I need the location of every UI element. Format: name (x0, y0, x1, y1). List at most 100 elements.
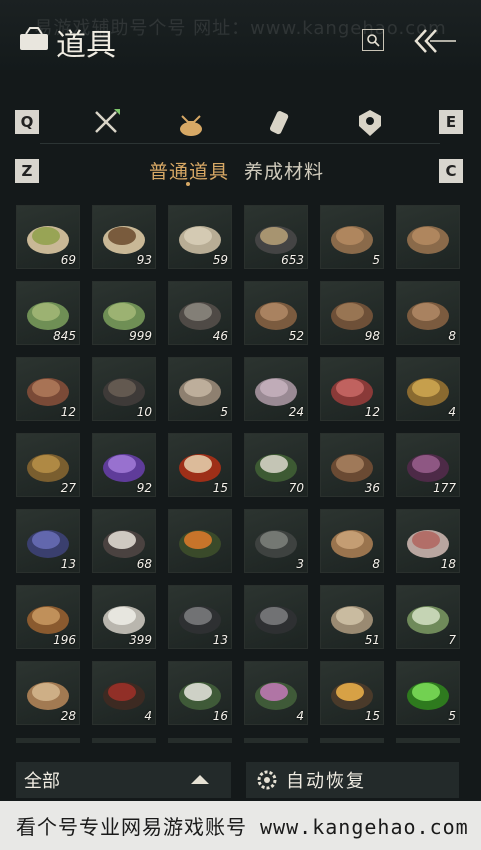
item-quantity: 27 (60, 481, 76, 495)
item-slot[interactable]: 36 (320, 433, 384, 497)
item-slot[interactable]: 196 (16, 585, 80, 649)
item-slot[interactable]: 18 (396, 509, 460, 573)
double-chevron-back-icon[interactable] (410, 26, 458, 56)
item-slot[interactable]: 16 (168, 661, 232, 725)
item-quantity: 13 (212, 633, 228, 647)
item-slot[interactable]: 4 (396, 357, 460, 421)
item-quantity: 18 (440, 557, 456, 571)
category-next-key[interactable]: E (439, 110, 463, 134)
item-slot[interactable]: 46 (168, 281, 232, 345)
category-prev-key[interactable]: Q (15, 110, 39, 134)
crossed-swords-icon[interactable] (92, 108, 122, 138)
orange-flower-icon (179, 530, 221, 558)
item-quantity: 4 (448, 405, 456, 419)
item-slot[interactable]: 28 (16, 661, 80, 725)
item-quantity: 28 (60, 709, 76, 723)
item-slot[interactable]: 15 (168, 433, 232, 497)
tab-common-items[interactable]: 普通道具 (149, 157, 229, 184)
item-quantity: 845 (53, 329, 76, 343)
item-quantity: 52 (288, 329, 304, 343)
item-slot[interactable]: 999 (92, 281, 156, 345)
item-quantity: 7 (448, 633, 456, 647)
item-quantity: 98 (364, 329, 380, 343)
item-slot[interactable]: 13 (16, 509, 80, 573)
item-slot[interactable]: 10 (92, 357, 156, 421)
item-slot[interactable]: 8 (320, 509, 384, 573)
item-slot[interactable]: 15 (320, 661, 384, 725)
item-quantity: 653 (281, 253, 304, 267)
item-slot[interactable]: 399 (92, 585, 156, 649)
item-quantity: 12 (364, 405, 380, 419)
log-bundle-icon (407, 226, 449, 254)
item-slot[interactable]: 5 (396, 661, 460, 725)
auto-restore-button[interactable]: 自动恢复 (246, 762, 459, 798)
gear-icon (257, 770, 277, 790)
item-slot[interactable]: 4 (92, 661, 156, 725)
item-slot[interactable]: 653 (244, 205, 308, 269)
filter-label: 全部 (24, 771, 60, 792)
item-quantity: 5 (448, 709, 456, 723)
item-slot[interactable]: 4 (244, 661, 308, 725)
item-slot[interactable]: 92 (92, 433, 156, 497)
item-slot[interactable]: 27 (16, 433, 80, 497)
item-slot[interactable]: 93 (92, 205, 156, 269)
bag-icon (20, 27, 48, 50)
scroll-icon[interactable] (265, 108, 295, 138)
item-quantity: 46 (212, 329, 228, 343)
item-quantity: 177 (433, 481, 456, 495)
item-slot[interactable]: 7 (396, 585, 460, 649)
item-slot[interactable]: 3 (244, 509, 308, 573)
tab-cultivation-materials[interactable]: 养成材料 (244, 157, 324, 184)
next-row-peek (16, 738, 466, 743)
divider (40, 143, 440, 144)
item-slot[interactable]: 52 (244, 281, 308, 345)
item-slot[interactable]: 69 (16, 205, 80, 269)
item-slot[interactable]: 68 (92, 509, 156, 573)
subtab-next-key[interactable]: C (439, 159, 463, 183)
item-slot[interactable]: 12 (16, 357, 80, 421)
item-slot[interactable] (244, 585, 308, 649)
item-quantity: 24 (288, 405, 304, 419)
item-quantity: 59 (212, 253, 228, 267)
item-quantity: 196 (53, 633, 76, 647)
item-quantity: 10 (136, 405, 152, 419)
item-quantity: 999 (129, 329, 152, 343)
item-quantity: 36 (364, 481, 380, 495)
item-slot[interactable]: 13 (168, 585, 232, 649)
item-slot[interactable]: 5 (320, 205, 384, 269)
item-slot[interactable] (396, 205, 460, 269)
item-slot[interactable]: 845 (16, 281, 80, 345)
dark-ore-icon (255, 606, 297, 634)
item-quantity: 69 (60, 253, 76, 267)
search-icon (367, 34, 380, 47)
pouch-icon[interactable] (176, 108, 206, 138)
item-slot[interactable]: 59 (168, 205, 232, 269)
item-slot[interactable]: 8 (396, 281, 460, 345)
filter-dropdown[interactable]: 全部 (16, 762, 231, 798)
item-slot[interactable] (168, 509, 232, 573)
item-quantity: 4 (144, 709, 152, 723)
item-slot[interactable]: 5 (168, 357, 232, 421)
item-quantity: 15 (212, 481, 228, 495)
search-button[interactable] (362, 29, 384, 51)
item-slot[interactable]: 70 (244, 433, 308, 497)
item-slot[interactable]: 51 (320, 585, 384, 649)
item-quantity: 12 (60, 405, 76, 419)
item-quantity: 4 (296, 709, 304, 723)
triangle-up-icon (191, 775, 209, 784)
item-quantity: 13 (60, 557, 76, 571)
item-quantity: 8 (372, 557, 380, 571)
item-slot[interactable]: 98 (320, 281, 384, 345)
item-slot[interactable]: 24 (244, 357, 308, 421)
footer-text: 看个号专业网易游戏账号 www.kangehao.com (16, 815, 469, 839)
badge-icon[interactable] (355, 108, 385, 138)
item-slot[interactable]: 177 (396, 433, 460, 497)
item-quantity: 93 (136, 253, 152, 267)
subtab-prev-key[interactable]: Z (15, 159, 39, 183)
page-title: 道具 (56, 28, 116, 63)
auto-restore-label: 自动恢复 (286, 771, 366, 792)
item-quantity: 5 (372, 253, 380, 267)
item-slot[interactable]: 12 (320, 357, 384, 421)
item-quantity: 15 (364, 709, 380, 723)
item-quantity: 3 (296, 557, 304, 571)
